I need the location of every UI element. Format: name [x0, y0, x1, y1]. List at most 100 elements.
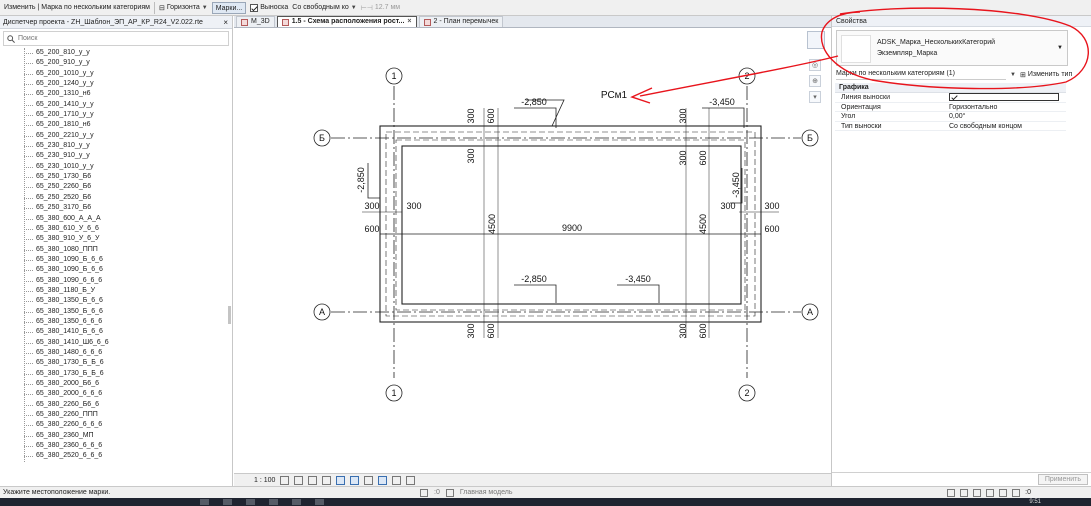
browser-search[interactable]	[3, 31, 229, 46]
chevron-down-icon[interactable]: ▾	[809, 91, 821, 103]
workset-icon[interactable]	[420, 488, 428, 497]
browser-tree-item[interactable]: 65_380_1350_Б_6_6	[22, 296, 232, 306]
browser-tree-item[interactable]: 65_230_810_у_у	[22, 141, 232, 151]
property-value[interactable]: Со свободным концом	[945, 122, 1066, 131]
browser-tree-item[interactable]: 65_200_1310_н6	[22, 89, 232, 99]
apply-button[interactable]: Применить	[1037, 474, 1088, 485]
browser-tree-item[interactable]: 65_380_1090_6_6_6	[22, 276, 232, 286]
leader-checkbox[interactable]: Выноска	[250, 3, 288, 12]
browser-tree-item[interactable]: 65_200_1240_у_у	[22, 79, 232, 89]
browser-tree-item[interactable]: 65_380_610_У_6_6	[22, 224, 232, 234]
edit-type-button[interactable]: ⊞ Изменить тип	[1020, 71, 1072, 79]
close-icon[interactable]: ×	[223, 16, 232, 28]
browser-tree-item[interactable]: 65_380_1410_Б_6_6	[22, 327, 232, 337]
browser-tree-item[interactable]: 65_230_910_у_у	[22, 151, 232, 161]
leader-type-dropdown[interactable]: Со свободным ко ▼	[292, 4, 356, 11]
active-model[interactable]: Главная модель	[460, 489, 513, 496]
select-pinned-icon[interactable]	[973, 488, 982, 497]
browser-tree-item[interactable]: 65_380_1090_Б_6_6	[22, 255, 232, 265]
taskbar-app-icon[interactable]	[269, 499, 278, 505]
taskbar-app-icon[interactable]	[315, 499, 324, 505]
browser-tree-item[interactable]: 65_380_2000_Б6_6	[22, 379, 232, 389]
browser-tree-item[interactable]: 65_380_2360_МП	[22, 431, 232, 441]
temporary-hide-icon[interactable]	[378, 475, 388, 485]
browser-tree-item[interactable]: 65_250_1730_Б6	[22, 172, 232, 182]
browser-tree-item[interactable]: 65_380_1180_Б_У	[22, 286, 232, 296]
browser-tree-item[interactable]: 65_380_2520_6_6_6	[22, 451, 232, 461]
reveal-hidden-icon[interactable]	[392, 475, 402, 485]
browser-tree-item[interactable]: 65_200_1810_н6	[22, 120, 232, 130]
browser-tree-item[interactable]: 65_200_810_у_у	[22, 48, 232, 58]
browser-tree-item[interactable]: 65_380_2360_6_6_6	[22, 441, 232, 451]
revit-window: Изменить | Марка по нескольким категория…	[0, 0, 1091, 506]
browser-tree-item[interactable]: 65_380_1090_Б_6_6	[22, 265, 232, 275]
sun-path-icon[interactable]	[308, 475, 318, 485]
browser-tree-item[interactable]: 65_380_910_У_6_У	[22, 234, 232, 244]
tags-button[interactable]: Марки...	[211, 1, 247, 14]
chevron-down-icon[interactable]: ▼	[1010, 72, 1016, 78]
browser-tree-item[interactable]: 65_200_910_у_у	[22, 58, 232, 68]
browser-tree-item[interactable]: 65_250_2260_Б6	[22, 182, 232, 192]
property-value[interactable]: 0,00°	[945, 112, 1066, 121]
leader-line-checkbox[interactable]	[949, 93, 1059, 102]
select-underlay-icon[interactable]	[960, 488, 969, 497]
browser-tree-item[interactable]: 65_250_3170_Б6	[22, 203, 232, 213]
floor-plan-drawing[interactable]: 1 2 1 2 Б Б А А РСм1 -2,850 -3,450 -2,85…	[234, 28, 831, 473]
browser-tree-item[interactable]: 65_380_2260_ППП	[22, 410, 232, 420]
search-input[interactable]	[18, 35, 198, 42]
browser-tree-item[interactable]: 65_380_1410_Ш6_6_6	[22, 338, 232, 348]
filter-icon[interactable]	[1012, 488, 1021, 497]
browser-tree-item[interactable]: 65_380_600_А_А_А	[22, 214, 232, 224]
worksharing-icon[interactable]	[406, 475, 416, 485]
browser-tree-item[interactable]: 65_200_1010_у_у	[22, 69, 232, 79]
drawing-area[interactable]: 1 2 1 2 Б Б А А РСм1 -2,850 -3,450 -2,85…	[234, 28, 831, 473]
group-graphics[interactable]: Графика	[835, 83, 1066, 93]
browser-tree-item[interactable]: 65_380_1350_Б_6_6	[22, 307, 232, 317]
instance-selector[interactable]: Марки по нескольким категориям (1)	[836, 70, 1006, 80]
browser-tree-item[interactable]: 65_200_1410_у_у	[22, 100, 232, 110]
browser-tree-item[interactable]: 65_250_2520_Б6	[22, 193, 232, 203]
browser-tree-item[interactable]: 65_200_1710_у_у	[22, 110, 232, 120]
property-value[interactable]	[945, 93, 1066, 102]
visual-style-icon[interactable]	[294, 475, 304, 485]
zoom-icon[interactable]: ⊕	[809, 75, 821, 87]
close-icon[interactable]: ×	[407, 17, 411, 27]
browser-tree-item[interactable]: 65_380_1730_Б_Б_6	[22, 358, 232, 368]
taskbar-app-icon[interactable]	[223, 499, 232, 505]
browser-tree-item[interactable]: 65_380_2260_6_6_6	[22, 420, 232, 430]
browser-tree-item[interactable]: 65_380_1080_ППП	[22, 245, 232, 255]
select-by-face-icon[interactable]	[986, 488, 995, 497]
property-value[interactable]: Горизонтально	[945, 103, 1066, 112]
design-options-icon[interactable]	[445, 488, 454, 497]
tab-lintel-plan[interactable]: 2 - План перемычек	[418, 16, 504, 27]
browser-tree-item[interactable]: 65_380_2000_6_6_6	[22, 389, 232, 399]
view-cube[interactable]	[807, 31, 825, 49]
shadows-icon[interactable]	[322, 475, 332, 485]
taskbar-app-icon[interactable]	[200, 499, 209, 505]
elevation-mark	[617, 284, 660, 303]
type-selector[interactable]: ADSK_Марка_НесколькихКатегорий Экземпляр…	[836, 30, 1068, 66]
steering-wheel-icon[interactable]: ◎	[809, 59, 821, 71]
browser-tree-item[interactable]: 65_380_1480_6_6_6	[22, 348, 232, 358]
browser-scrollbar[interactable]	[228, 306, 231, 324]
leader-length-field[interactable]: ⊢⊣ 12.7 мм	[361, 4, 400, 12]
taskbar-app-icon[interactable]	[246, 499, 255, 505]
lock-3d-icon[interactable]	[364, 475, 374, 485]
scale-value[interactable]: 1 : 100	[254, 477, 275, 484]
tab-3d[interactable]: М_3D	[236, 16, 275, 27]
detail-level-icon[interactable]	[280, 475, 290, 485]
dimension-label: 9900	[562, 223, 582, 233]
structure-tag[interactable]: РСм1	[601, 90, 628, 101]
tab-scheme[interactable]: 1.5 - Схема расположения рост... ×	[276, 16, 417, 27]
select-links-icon[interactable]	[947, 488, 956, 497]
orientation-dropdown[interactable]: ⊟ Горизонта ▼	[159, 4, 208, 12]
drag-elements-icon[interactable]	[999, 488, 1008, 497]
taskbar-app-icon[interactable]	[292, 499, 301, 505]
browser-tree-item[interactable]: 65_380_2260_Б6_6	[22, 400, 232, 410]
browser-tree-item[interactable]: 65_380_1350_6_6_6	[22, 317, 232, 327]
crop-view-icon[interactable]	[336, 475, 346, 485]
show-crop-icon[interactable]	[350, 475, 360, 485]
browser-tree-item[interactable]: 65_380_1730_Б_Б_6	[22, 369, 232, 379]
browser-tree-item[interactable]: 65_230_1010_у_у	[22, 162, 232, 172]
browser-tree-item[interactable]: 65_200_2210_у_у	[22, 131, 232, 141]
